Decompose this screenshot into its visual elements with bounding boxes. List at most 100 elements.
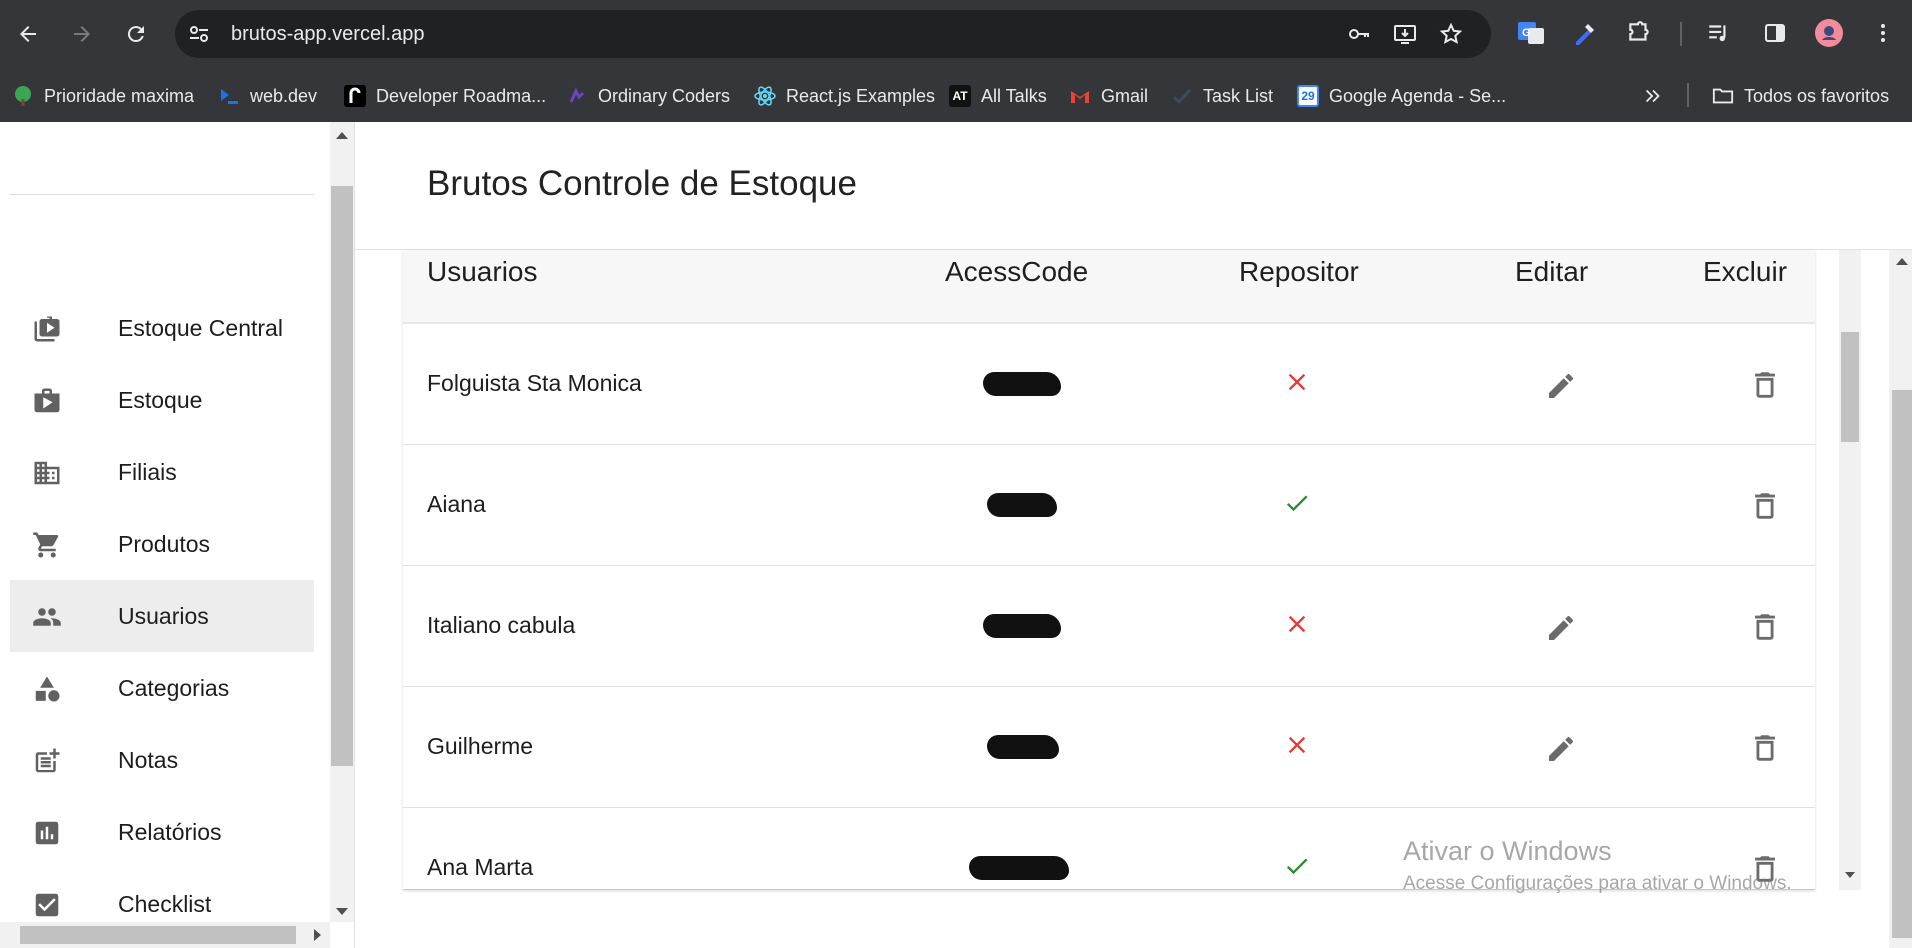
sidebar-item-notas[interactable]: Notas [10,724,314,796]
toolbar-separator [1680,22,1682,46]
column-header-acesscode: AcessCode [945,256,1089,287]
reload-icon [127,26,144,43]
delete-trash-icon[interactable] [1748,489,1782,523]
sidebar-item-usuarios[interactable]: Usuarios [10,580,314,652]
edit-pencil-icon[interactable] [1545,733,1577,765]
shapes-icon [35,676,60,702]
check-icon [1286,495,1308,512]
svg-text:G: G [1522,27,1531,39]
user-name: Italiano cabula [427,612,576,638]
page-scroll-up-arrow-icon[interactable] [1896,258,1908,265]
sidebar-item-categorias[interactable]: Categorias [10,652,314,724]
roadmap-icon [344,85,366,107]
bookmark-label: Task List [1203,85,1274,106]
back-button[interactable] [10,16,46,52]
redacted-access-code [987,735,1059,759]
scroll-right-arrow-icon[interactable] [314,929,321,941]
scroll-down-arrow-icon[interactable] [336,908,348,915]
sidebar-item-label: Produtos [118,530,211,557]
scroll-up-arrow-icon[interactable] [336,132,348,139]
bookmark-label: Gmail [1101,85,1149,106]
browser-toolbar: brutos-app.vercel.app G [0,0,1912,69]
bookmark-item[interactable]: Developer Roadma... [344,81,546,111]
all-bookmarks-label: Todos os favoritos [1744,85,1890,106]
redacted-access-code [983,614,1061,638]
close-icon [1288,615,1306,633]
table-scroll-down-arrow-icon[interactable] [1845,872,1855,878]
url-text[interactable]: brutos-app.vercel.app [231,22,424,46]
calendar-icon: 29 [1297,85,1319,107]
more-menu-icon[interactable] [1868,18,1898,48]
reload-button[interactable] [118,16,154,52]
bookmark-label: React.js Examples [786,85,936,106]
tree-icon [12,85,34,107]
page-scroll-thumb[interactable] [1892,390,1912,938]
chart-icon [35,821,59,845]
at-icon: AT [949,85,971,107]
extensions-puzzle-icon[interactable] [1624,18,1654,48]
bookmarks-separator [1687,83,1689,107]
user-name: Ana Marta [427,854,534,880]
table-scroll-thumb[interactable] [1841,332,1859,442]
sidebar-item-relatorios[interactable]: Relatórios [10,796,314,868]
sidebar-item-label: Categorias [118,674,230,701]
eyedropper-extension-icon[interactable] [1570,18,1600,48]
all-bookmarks-button[interactable]: Todos os favoritos [1712,81,1889,111]
sidebar-item-estoque[interactable]: Estoque [10,364,314,436]
close-icon [1288,736,1306,754]
delete-trash-icon[interactable] [1748,610,1782,644]
bookmark-label: Developer Roadma... [376,85,547,106]
bookmark-item[interactable]: React.js Examples [754,81,935,111]
address-bar[interactable]: brutos-app.vercel.app [175,10,1491,58]
close-icon [1288,373,1306,391]
bookmark-item[interactable]: AT All Talks [949,81,1047,111]
bookmark-item[interactable]: Task List [1171,81,1273,111]
people-icon [33,608,61,626]
edit-pencil-icon[interactable] [1545,612,1577,644]
bookmark-label: Google Agenda - Se... [1329,85,1507,106]
sidebar-item-produtos[interactable]: Produtos [10,508,314,580]
bookmark-item[interactable]: 29 Google Agenda - Se... [1297,81,1506,111]
star-icon[interactable] [1439,22,1463,46]
sidebar-scroll-thumb[interactable] [331,186,353,766]
redacted-access-code [969,856,1069,880]
browser-chrome: brutos-app.vercel.app G Prioridade maxim… [0,0,1912,122]
sidebar-item-label: Estoque Central [118,314,283,341]
install-app-icon[interactable] [1393,22,1417,46]
users-table: Usuarios AcessCode Repositor Editar Excl… [403,250,1815,890]
arrow-left-icon [20,26,36,42]
edit-pencil-icon[interactable] [1545,370,1577,402]
user-name: Aiana [427,491,486,517]
forward-button[interactable] [64,16,100,52]
site-settings-icon[interactable] [187,22,211,46]
sidebar-item-estoque-central[interactable]: Estoque Central [10,292,314,364]
sidebar-item-filiais[interactable]: Filiais [10,436,314,508]
ordinary-coders-icon [566,85,588,107]
bookmark-item[interactable]: Ordinary Coders [566,81,730,111]
webdev-icon [218,85,240,107]
bookmark-item[interactable]: Gmail [1069,81,1148,111]
folder-icon [1712,85,1734,107]
sidebar-horizontal-thumb[interactable] [20,926,296,944]
media-queue-icon[interactable] [1704,18,1734,48]
key-icon[interactable] [1347,22,1371,46]
side-panel-icon[interactable] [1760,18,1790,48]
checkbox-icon [35,893,59,917]
table-row: Italiano cabula [403,566,1815,687]
bookmarks-overflow-button[interactable] [1642,81,1664,111]
translate-extension-icon[interactable]: G [1516,18,1546,48]
table-row: Guilherme [403,687,1815,808]
bookmarks-bar: Prioridade maxima web.dev Developer Road… [0,69,1912,122]
delete-trash-icon[interactable] [1748,731,1782,765]
delete-trash-icon[interactable] [1748,368,1782,402]
sidebar-item-label: Filiais [118,458,177,485]
sidebar-item-label: Relatórios [118,818,222,845]
post-add-icon [35,748,60,773]
bookmark-item[interactable]: Prioridade maxima [12,81,194,111]
profile-avatar-icon[interactable] [1814,18,1844,48]
sidebar-item-label: Notas [118,746,179,773]
column-header-editar: Editar [1515,256,1589,287]
bookmark-item[interactable]: web.dev [218,81,317,111]
gmail-icon [1069,85,1091,107]
windows-activation-watermark: Ativar o Windows Acesse Configurações pa… [1403,836,1792,895]
